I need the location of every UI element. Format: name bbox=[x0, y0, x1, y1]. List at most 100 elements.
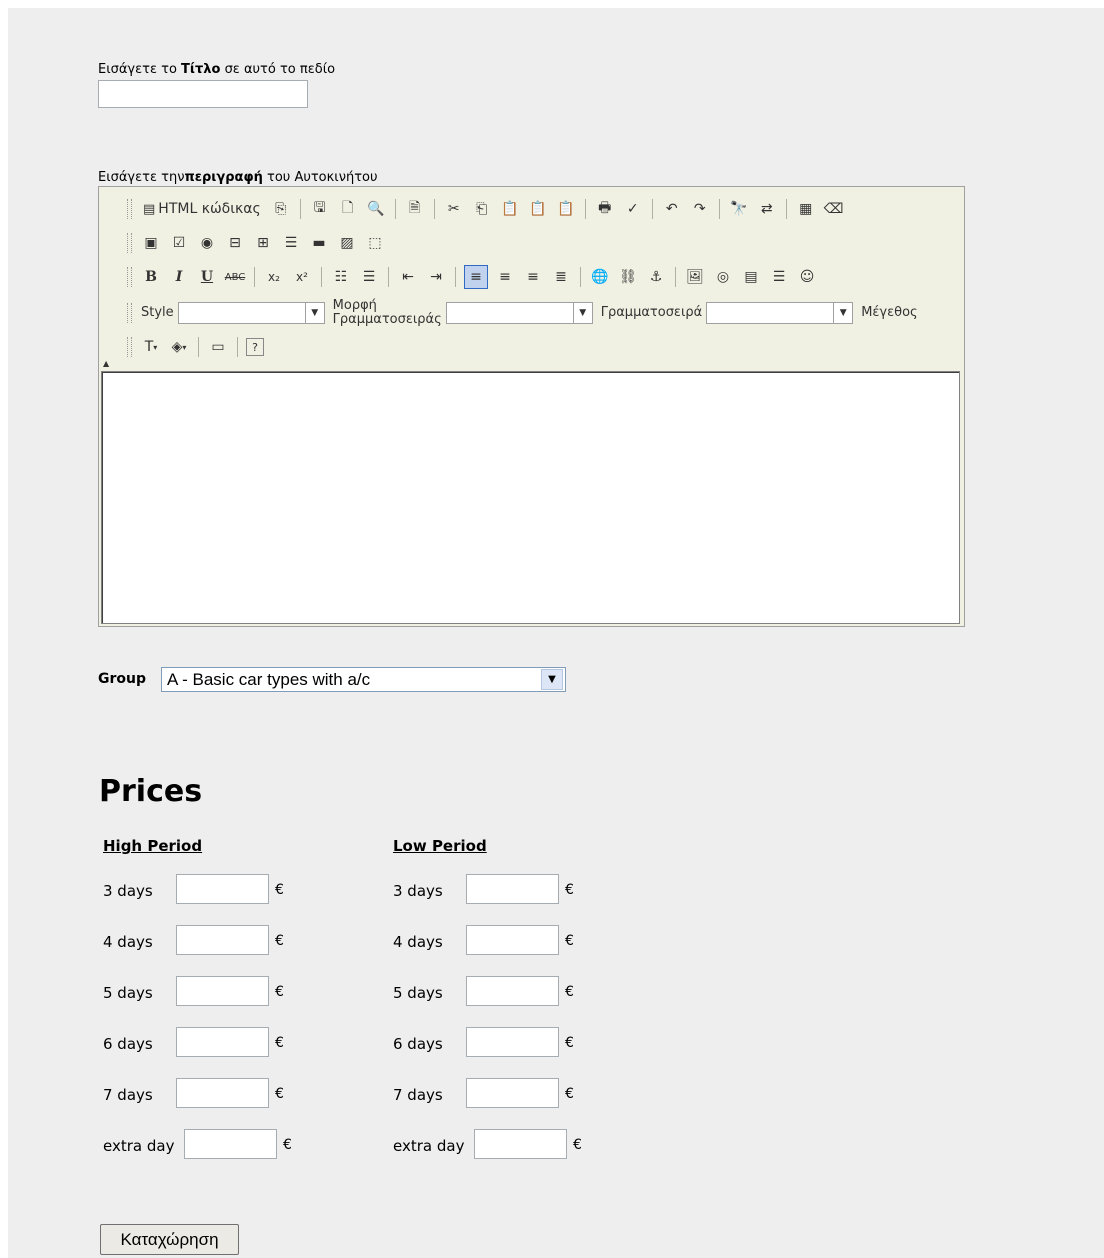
anchor-icon[interactable]: ⚓ bbox=[645, 266, 667, 288]
high-row-label: 5 days bbox=[103, 984, 153, 1002]
prices-heading: Prices bbox=[99, 774, 203, 809]
font-combo[interactable]: ▼ bbox=[706, 302, 854, 324]
image-icon[interactable]: 🖼 bbox=[684, 266, 706, 288]
form-icon[interactable]: ▣ bbox=[140, 232, 162, 254]
submit-button[interactable]: Καταχώρηση bbox=[100, 1224, 239, 1255]
desc-label-suffix: του Αυτοκινήτου bbox=[262, 170, 378, 185]
show-blocks-icon[interactable]: ▭ bbox=[207, 336, 229, 358]
dropdown-arrow-icon: ▼ bbox=[572, 303, 592, 323]
high-5-days-input[interactable] bbox=[176, 976, 269, 1006]
toolbar-row-4: Style ▼ Μορφή Γραμματοσειράς ▼ Γραμματοσ… bbox=[99, 297, 922, 329]
textarea-icon[interactable]: ⊞ bbox=[252, 232, 274, 254]
button-icon[interactable]: ▬ bbox=[308, 232, 330, 254]
templates-icon[interactable]: 🗎 bbox=[404, 198, 426, 220]
help-icon[interactable]: ? bbox=[246, 338, 264, 356]
save-icon[interactable]: 🖫 bbox=[309, 198, 331, 220]
toolbar-grip bbox=[127, 233, 132, 253]
justify-icon[interactable]: ≣ bbox=[550, 266, 572, 288]
font-label: Γραμματοσειρά bbox=[600, 305, 703, 321]
page-container: Εισάγετε το Τίτλο σε αυτό το πεδίο Εισάγ… bbox=[8, 8, 1104, 1258]
spellcheck-icon[interactable]: ✓ bbox=[622, 198, 644, 220]
low-extra-day-input[interactable] bbox=[474, 1129, 567, 1159]
flash-icon[interactable]: ◎ bbox=[712, 266, 734, 288]
print-icon[interactable]: 🖶 bbox=[594, 198, 616, 220]
horizontal-rule-icon[interactable]: ☰ bbox=[768, 266, 790, 288]
html-source-button[interactable]: ▤ HTML κώδικας bbox=[140, 198, 264, 220]
align-left-icon[interactable]: ≡ bbox=[464, 265, 488, 289]
desc-label-prefix: Εισάγετε την bbox=[98, 170, 185, 185]
dropdown-arrow-icon: ▼ bbox=[833, 303, 852, 323]
low-row-label: 5 days bbox=[393, 984, 443, 1002]
toolbar-separator bbox=[580, 267, 581, 287]
select-field-icon[interactable]: ☰ bbox=[280, 232, 302, 254]
italic-icon[interactable]: I bbox=[168, 266, 190, 288]
low-period-title: Low Period bbox=[393, 837, 487, 855]
text-field-icon[interactable]: ⊟ bbox=[224, 232, 246, 254]
high-extra-day-input[interactable] bbox=[184, 1129, 277, 1159]
preview-icon[interactable]: 🔍 bbox=[365, 198, 387, 220]
superscript-icon[interactable]: x² bbox=[291, 266, 313, 288]
editor-content-area[interactable] bbox=[101, 371, 960, 624]
toolbar-grip bbox=[127, 337, 132, 357]
toolbar-row-5: T ▾ ◈ ▾ ▭ ? bbox=[99, 331, 267, 363]
smiley-icon[interactable]: ☺ bbox=[796, 266, 818, 288]
unlink-icon[interactable]: ⛓ bbox=[617, 266, 639, 288]
dropdown-arrow-icon: ▼ bbox=[304, 303, 324, 323]
low-4-days-input[interactable] bbox=[466, 925, 559, 955]
undo-icon[interactable]: ↶ bbox=[661, 198, 683, 220]
template-icon[interactable]: ⎘ bbox=[270, 198, 292, 220]
redo-icon[interactable]: ↷ bbox=[689, 198, 711, 220]
euro-sign: € bbox=[565, 984, 574, 1000]
select-all-icon[interactable]: ▦ bbox=[795, 198, 817, 220]
high-6-days-input[interactable] bbox=[176, 1027, 269, 1057]
euro-sign: € bbox=[275, 1086, 284, 1102]
high-4-days-input[interactable] bbox=[176, 925, 269, 955]
table-icon[interactable]: ▤ bbox=[740, 266, 762, 288]
replace-icon[interactable]: ⇄ bbox=[756, 198, 778, 220]
format-combo[interactable]: ▼ bbox=[445, 302, 593, 324]
high-3-days-input[interactable] bbox=[176, 874, 269, 904]
low-row-label: 7 days bbox=[393, 1086, 443, 1104]
chevron-down-icon[interactable]: ▼ bbox=[541, 669, 563, 690]
toolbar-separator bbox=[299, 199, 301, 219]
paste-word-icon[interactable]: 📋 bbox=[555, 198, 577, 220]
strikethrough-icon[interactable]: ABC bbox=[224, 266, 246, 288]
style-combo[interactable]: ▼ bbox=[177, 302, 325, 324]
collapse-toolbar-icon[interactable]: ▲ bbox=[103, 359, 109, 368]
euro-sign: € bbox=[275, 984, 284, 1000]
radio-button-icon[interactable]: ◉ bbox=[196, 232, 218, 254]
toolbar-separator bbox=[321, 267, 322, 287]
align-center-icon[interactable]: ≡ bbox=[494, 266, 516, 288]
toolbar-row-1: ▤ HTML κώδικας ⎘ 🖫 🗋 🔍 🗎 ✂ ⎗ 📋 📋 📋 🖶 ✓ ↶… bbox=[99, 193, 848, 225]
background-color-icon[interactable]: ◈ ▾ bbox=[168, 336, 190, 358]
bulleted-list-icon[interactable]: ☰ bbox=[358, 266, 380, 288]
cut-icon[interactable]: ✂ bbox=[443, 198, 465, 220]
html-source-label: HTML κώδικας bbox=[158, 201, 261, 217]
find-icon[interactable]: 🔭 bbox=[728, 198, 750, 220]
numbered-list-icon[interactable]: ☷ bbox=[330, 266, 352, 288]
subscript-icon[interactable]: x₂ bbox=[263, 266, 285, 288]
low-7-days-input[interactable] bbox=[466, 1078, 559, 1108]
indent-icon[interactable]: ⇥ bbox=[425, 266, 447, 288]
low-5-days-input[interactable] bbox=[466, 976, 559, 1006]
low-6-days-input[interactable] bbox=[466, 1027, 559, 1057]
text-color-icon[interactable]: T ▾ bbox=[140, 336, 162, 358]
remove-format-icon[interactable]: ⌫ bbox=[823, 198, 845, 220]
checkbox-icon[interactable]: ☑ bbox=[168, 232, 190, 254]
group-select[interactable]: A - Basic car types with a/c ▼ bbox=[161, 667, 566, 692]
outdent-icon[interactable]: ⇤ bbox=[397, 266, 419, 288]
paste-text-icon[interactable]: 📋 bbox=[527, 198, 549, 220]
new-page-icon[interactable]: 🗋 bbox=[337, 198, 359, 220]
high-row-label: 7 days bbox=[103, 1086, 153, 1104]
image-button-icon[interactable]: ▨ bbox=[336, 232, 358, 254]
high-7-days-input[interactable] bbox=[176, 1078, 269, 1108]
paste-icon[interactable]: 📋 bbox=[499, 198, 521, 220]
bold-icon[interactable]: B bbox=[140, 266, 162, 288]
align-right-icon[interactable]: ≡ bbox=[522, 266, 544, 288]
hidden-field-icon[interactable]: ⬚ bbox=[364, 232, 386, 254]
title-input[interactable] bbox=[98, 80, 308, 108]
underline-icon[interactable]: U bbox=[196, 266, 218, 288]
copy-icon[interactable]: ⎗ bbox=[471, 198, 493, 220]
low-3-days-input[interactable] bbox=[466, 874, 559, 904]
link-icon[interactable]: 🌐 bbox=[589, 266, 611, 288]
